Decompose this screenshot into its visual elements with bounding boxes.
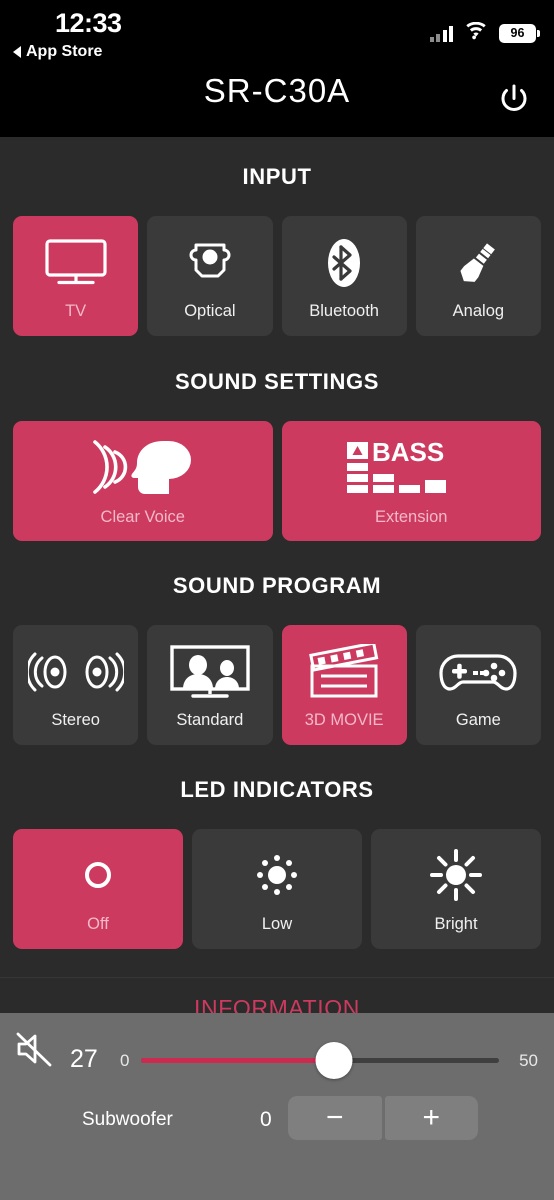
volume-min-label: 0	[120, 1051, 130, 1070]
sound-program-tile-stereo[interactable]: Stereo	[13, 625, 139, 745]
minus-icon: −	[325, 1101, 344, 1134]
section-title-led-indicators: LED INDICATORS	[180, 777, 374, 802]
wifi-icon	[464, 21, 488, 45]
bluetooth-icon	[323, 232, 365, 294]
brightness-high-icon	[428, 845, 484, 905]
input-tile-label: Analog	[452, 301, 505, 320]
input-tile-optical[interactable]: Optical	[147, 216, 273, 336]
analog-jack-icon	[451, 232, 505, 294]
sound-program-tile-3d-movie[interactable]: 3D MOVIE	[281, 625, 407, 745]
led-tile-low[interactable]: Low	[192, 829, 362, 949]
sound-setting-tile-extension[interactable]: BASS Extension	[281, 421, 541, 541]
power-icon[interactable]	[492, 78, 536, 122]
app-header: SR-C30A	[0, 66, 554, 137]
volume-slider-handle[interactable]	[315, 1042, 353, 1079]
app-screen: 12:33 App Store 96 SR-C30A INPUT TV Opti…	[0, 0, 554, 1200]
input-tile-row: TV Optical Bluetooth Analog	[0, 216, 554, 336]
subwoofer-value: 0	[260, 1108, 272, 1131]
battery-icon: 96	[499, 24, 540, 43]
led-tile-label: Off	[87, 914, 109, 933]
volume-value: 27	[70, 1045, 98, 1073]
bottom-control-bar: 27 0 50 Subwoofer 0 − +	[0, 1013, 554, 1200]
optical-icon	[183, 232, 237, 294]
back-to-app-store-link[interactable]: App Store	[13, 43, 102, 61]
input-tile-label: TV	[65, 301, 87, 320]
status-icons: 96	[429, 21, 540, 45]
clear-voice-icon	[91, 435, 195, 499]
subwoofer-row: Subwoofer 0 − +	[0, 1084, 554, 1154]
mute-speaker-icon[interactable]	[13, 1027, 57, 1071]
section-sound-settings: SOUND SETTINGS Clear Voice BASS Extensio…	[0, 336, 554, 541]
bass-extension-icon: BASS	[345, 435, 477, 499]
standard-tv-icon	[169, 641, 251, 703]
battery-percent-label: 96	[510, 26, 525, 41]
volume-slider[interactable]: 0 50	[120, 1042, 538, 1079]
volume-max-label: 50	[519, 1051, 538, 1070]
sound-program-tile-standard[interactable]: Standard	[147, 625, 273, 745]
sound-program-tile-label: 3D MOVIE	[304, 710, 384, 729]
circle-off-icon	[78, 845, 118, 905]
sound-settings-tile-row: Clear Voice BASS Extension	[0, 421, 554, 541]
led-tile-bright[interactable]: Bright	[371, 829, 541, 949]
sound-setting-tile-label: Extension	[375, 508, 448, 526]
section-input: INPUT TV Optical Bluetooth Analog	[0, 137, 554, 336]
status-clock: 12:33	[55, 8, 122, 38]
section-title-sound-program: SOUND PROGRAM	[172, 573, 382, 598]
volume-row: 27 0 50	[0, 1013, 554, 1084]
sound-program-tile-label: Game	[455, 710, 501, 729]
input-tile-bluetooth[interactable]: Bluetooth	[281, 216, 407, 336]
stereo-speakers-icon	[27, 641, 124, 703]
back-link-label: App Store	[26, 43, 103, 60]
gamepad-icon	[436, 641, 520, 703]
input-tile-label: Bluetooth	[309, 301, 379, 320]
subwoofer-increase-button[interactable]: +	[384, 1096, 478, 1140]
sound-setting-tile-label: Clear Voice	[100, 508, 185, 526]
subwoofer-decrease-button[interactable]: −	[288, 1096, 382, 1140]
led-tile-off[interactable]: Off	[13, 829, 183, 949]
page-title: SR-C30A	[203, 72, 351, 109]
section-title-sound-settings: SOUND SETTINGS	[175, 369, 379, 394]
volume-slider-track[interactable]	[141, 1042, 499, 1079]
sound-program-tile-game[interactable]: Game	[415, 625, 541, 745]
section-title-input: INPUT	[242, 164, 312, 189]
settings-content: INPUT TV Optical Bluetooth Analog SOUND …	[0, 137, 554, 1039]
section-sound-program: SOUND PROGRAM Stereo Standard 3D MOVIE G…	[0, 541, 554, 745]
back-caret-icon	[13, 46, 21, 58]
sound-program-tile-row: Stereo Standard 3D MOVIE Game	[0, 625, 554, 745]
sound-program-tile-label: Stereo	[51, 710, 100, 729]
svg-text:BASS: BASS	[372, 438, 444, 467]
led-tile-label: Low	[261, 914, 293, 933]
input-tile-label: Optical	[184, 301, 236, 320]
sound-program-tile-label: Standard	[176, 710, 244, 729]
input-tile-tv[interactable]: TV	[13, 216, 139, 336]
top-bar: 12:33 App Store 96 SR-C30A	[0, 0, 554, 137]
sound-setting-tile-clear-voice[interactable]: Clear Voice	[13, 421, 273, 541]
volume-slider-fill	[141, 1058, 335, 1063]
brightness-low-icon	[251, 845, 303, 905]
clapperboard-icon	[306, 641, 382, 703]
input-tile-analog[interactable]: Analog	[415, 216, 541, 336]
tv-icon	[44, 232, 108, 294]
subwoofer-label: Subwoofer	[82, 1109, 173, 1130]
subwoofer-stepper: − +	[288, 1096, 478, 1140]
section-led-indicators: LED INDICATORS Off Low Bright	[0, 745, 554, 949]
led-indicator-tile-row: Off Low Bright	[0, 829, 554, 949]
led-tile-label: Bright	[434, 914, 478, 933]
plus-icon: +	[422, 1101, 441, 1134]
cellular-signal-icon	[429, 25, 453, 42]
status-bar: 12:33 App Store 96	[0, 0, 554, 66]
